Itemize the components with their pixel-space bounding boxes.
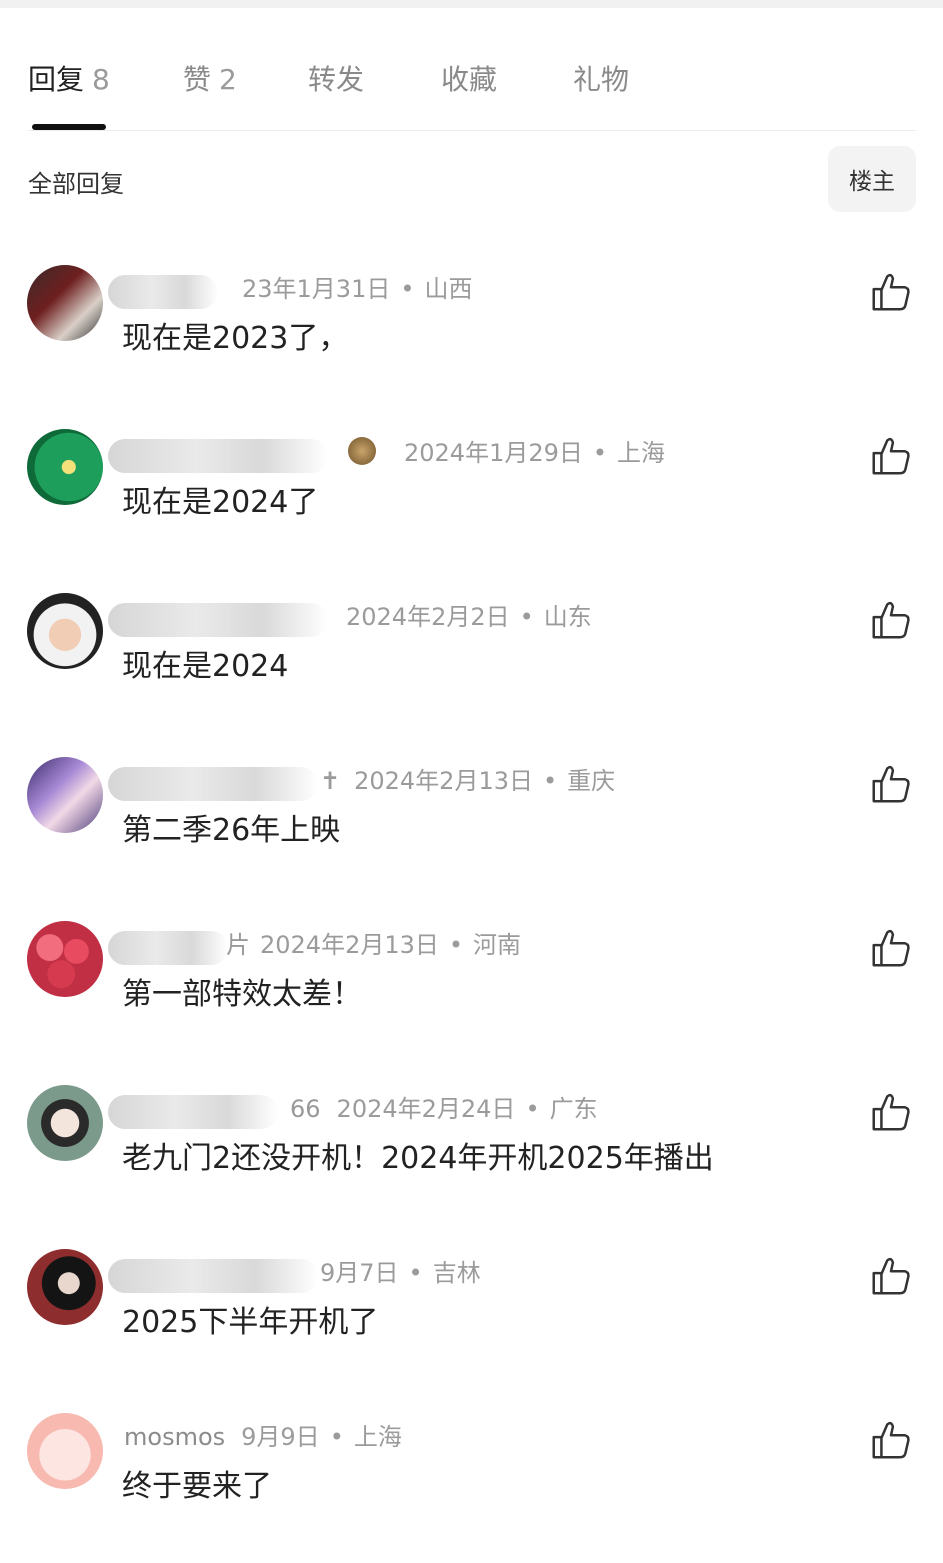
comment-text: 现在是2024了: [122, 485, 319, 520]
comment-text: 现在是2024: [122, 649, 289, 684]
op-only-filter-button[interactable]: 楼主: [828, 146, 916, 212]
blurred-username: [108, 439, 328, 473]
comment-date: 2024年2月13日: [260, 931, 439, 959]
top-strip: [0, 0, 943, 8]
comment-text: 第一部特效太差！: [122, 977, 362, 1012]
comment-meta: 23年1月31日 • 山西: [242, 269, 473, 304]
comment-item: 23年1月31日 • 山西 现在是2023了，: [0, 265, 943, 415]
comment-text: 终于要来了: [122, 1469, 272, 1504]
thumbs-up-icon[interactable]: [868, 269, 914, 315]
badge-icon: [348, 437, 376, 465]
comment-item: 2024年1月29日 • 上海 现在是2024了: [0, 429, 943, 579]
comment-date: 2024年1月29日: [404, 439, 583, 467]
tabs-divider: [28, 130, 916, 131]
separator-dot: •: [543, 767, 558, 795]
comment-date: 2024年2月2日: [346, 603, 510, 631]
comment-date: 2024年2月24日: [336, 1095, 516, 1123]
username-fragment: 片: [226, 931, 250, 959]
cross-icon: ✝: [320, 767, 341, 795]
avatar[interactable]: [27, 429, 103, 505]
avatar[interactable]: [27, 921, 103, 997]
tab-favorites[interactable]: 收藏: [441, 58, 497, 98]
comment-username[interactable]: mosmos: [124, 1423, 225, 1451]
comment-location: 上海: [617, 439, 666, 467]
separator-dot: •: [408, 1259, 423, 1287]
comment-item: mosmos 9月9日 • 上海 终于要来了: [0, 1413, 943, 1563]
comment-location: 广东: [549, 1095, 598, 1123]
blurred-username: [108, 603, 328, 637]
tab-replies-label: 回复: [28, 63, 85, 96]
separator-dot: •: [525, 1095, 540, 1123]
comment-meta: mosmos 9月9日 • 上海: [124, 1417, 402, 1452]
thumbs-up-icon[interactable]: [868, 1417, 914, 1463]
avatar[interactable]: [27, 1413, 103, 1489]
comment-location: 重庆: [567, 767, 616, 795]
blurred-username: [108, 275, 218, 309]
tab-gifts[interactable]: 礼物: [573, 58, 629, 98]
thumbs-up-icon[interactable]: [868, 925, 914, 971]
comment-date: 2024年2月13日: [354, 767, 533, 795]
comment-location: 上海: [353, 1423, 402, 1451]
avatar[interactable]: [27, 593, 103, 669]
comment-meta: 9月7日 • 吉林: [320, 1253, 481, 1288]
blurred-username: [108, 767, 318, 801]
tab-replies[interactable]: 回复 8: [28, 58, 110, 98]
tab-bar: 回复 8 赞2 转发 收藏 礼物: [0, 50, 943, 110]
tab-forward[interactable]: 转发: [308, 58, 364, 98]
blurred-username: [108, 1095, 278, 1129]
comment-text: 现在是2023了，: [122, 321, 349, 356]
separator-dot: •: [400, 275, 415, 303]
comment-item: 66 2024年2月24日 • 广东 老九门2还没开机！2024年开机2025年播出: [0, 1085, 943, 1235]
comment-text: 第二季26年上映: [122, 813, 341, 848]
avatar[interactable]: [27, 1085, 103, 1161]
separator-dot: •: [592, 439, 608, 467]
username-fragment: 66: [290, 1095, 321, 1123]
all-replies-title: 全部回复: [28, 170, 124, 198]
tab-likes[interactable]: 赞2: [183, 58, 237, 98]
tab-likes-label: 赞: [183, 63, 212, 96]
comment-meta: 片 2024年2月13日 • 河南: [226, 925, 521, 960]
tab-forward-label: 转发: [308, 63, 365, 96]
comment-meta: ✝ 2024年2月13日 • 重庆: [320, 761, 615, 796]
comment-item: ✝ 2024年2月13日 • 重庆 第二季26年上映: [0, 757, 943, 907]
thumbs-up-icon[interactable]: [868, 1253, 914, 1299]
comment-location: 山西: [424, 275, 473, 303]
comment-text: 老九门2还没开机！2024年开机2025年播出: [122, 1141, 714, 1176]
comment-location: 吉林: [432, 1259, 481, 1287]
comment-text: 2025下半年开机了: [122, 1305, 379, 1340]
comment-date: 9月9日: [241, 1423, 320, 1451]
tab-likes-count: 2: [219, 63, 237, 96]
comment-meta: 66 2024年2月24日 • 广东: [290, 1089, 598, 1124]
separator-dot: •: [519, 603, 534, 631]
comment-meta: 2024年1月29日 • 上海: [404, 433, 665, 468]
avatar[interactable]: [27, 1249, 103, 1325]
comment-item: 2024年2月2日 • 山东 现在是2024: [0, 593, 943, 743]
comment-location: 山东: [543, 603, 592, 631]
comment-date: 9月7日: [320, 1259, 399, 1287]
tab-gifts-label: 礼物: [573, 63, 630, 96]
comment-date: 23年1月31日: [242, 275, 391, 303]
thumbs-up-icon[interactable]: [868, 1089, 914, 1135]
comment-item: 片 2024年2月13日 • 河南 第一部特效太差！: [0, 921, 943, 1071]
comment-meta: 2024年2月2日 • 山东: [346, 597, 592, 632]
separator-dot: •: [329, 1423, 344, 1451]
thumbs-up-icon[interactable]: [868, 433, 914, 479]
tab-replies-count: 8: [92, 63, 110, 96]
separator-dot: •: [448, 931, 464, 959]
comment-item: 9月7日 • 吉林 2025下半年开机了: [0, 1249, 943, 1399]
thumbs-up-icon[interactable]: [868, 761, 914, 807]
thumbs-up-icon[interactable]: [868, 597, 914, 643]
comment-location: 河南: [473, 931, 522, 959]
blurred-username: [108, 931, 228, 965]
avatar[interactable]: [27, 757, 103, 833]
blurred-username: [108, 1259, 318, 1293]
avatar[interactable]: [27, 265, 103, 341]
tab-favorites-label: 收藏: [441, 63, 498, 96]
